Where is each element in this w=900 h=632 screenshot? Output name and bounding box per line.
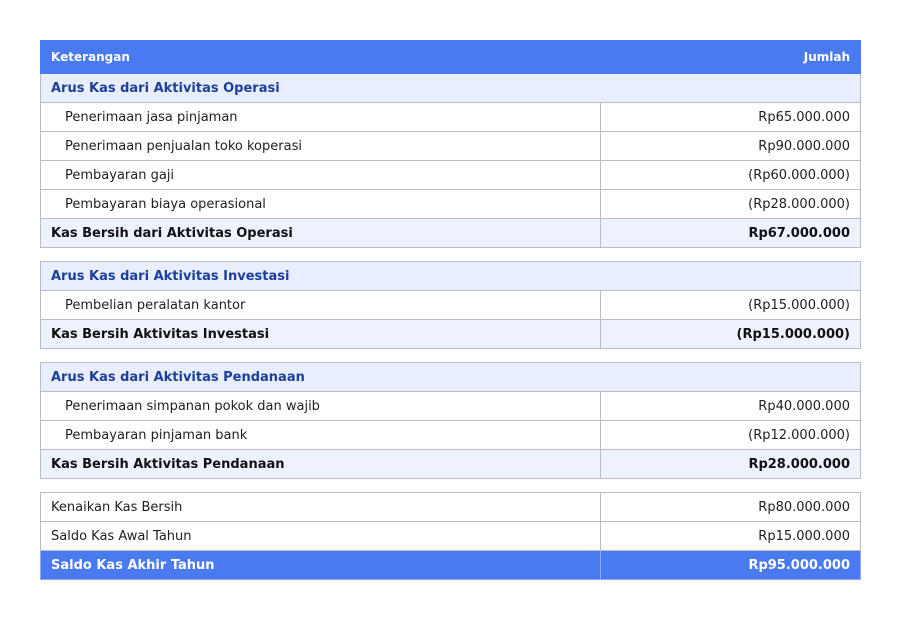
row-amount: Rp15.000.000	[600, 521, 861, 551]
subtotal-label: Kas Bersih Aktivitas Investasi	[40, 319, 601, 349]
final-balance-amount: Rp95.000.000	[600, 550, 861, 580]
table-header-row: Keterangan Jumlah	[40, 40, 861, 74]
header-amount: Jumlah	[600, 40, 861, 74]
section-heading-pendanaan: Arus Kas dari Aktivitas Pendanaan	[40, 362, 861, 392]
row-label: Penerimaan simpanan pokok dan wajib	[40, 391, 601, 421]
row-label: Pembayaran pinjaman bank	[40, 420, 601, 450]
row-label: Penerimaan penjualan toko koperasi	[40, 131, 601, 161]
financing-activities-table: Arus Kas dari Aktivitas Pendanaan Peneri…	[40, 362, 861, 479]
subtotal-amount: Rp67.000.000	[600, 218, 861, 248]
row-amount: (Rp60.000.000)	[600, 160, 861, 190]
row-label: Saldo Kas Awal Tahun	[40, 521, 601, 551]
subtotal-label: Kas Bersih Aktivitas Pendanaan	[40, 449, 601, 479]
section-heading-investasi: Arus Kas dari Aktivitas Investasi	[40, 261, 861, 291]
table-row: Penerimaan jasa pinjaman Rp65.000.000	[40, 102, 861, 132]
final-balance-row: Saldo Kas Akhir Tahun Rp95.000.000	[40, 550, 861, 580]
table-row: Kenaikan Kas Bersih Rp80.000.000	[40, 492, 861, 522]
row-amount: Rp80.000.000	[600, 492, 861, 522]
subtotal-label: Kas Bersih dari Aktivitas Operasi	[40, 218, 601, 248]
row-label: Pembelian peralatan kantor	[40, 290, 601, 320]
row-label: Pembayaran biaya operasional	[40, 189, 601, 219]
header-description: Keterangan	[40, 40, 601, 74]
subtotal-amount: Rp28.000.000	[600, 449, 861, 479]
table-row: Saldo Kas Awal Tahun Rp15.000.000	[40, 521, 861, 551]
row-amount: (Rp28.000.000)	[600, 189, 861, 219]
subtotal-row-pendanaan: Kas Bersih Aktivitas Pendanaan Rp28.000.…	[40, 449, 861, 479]
subtotal-row-investasi: Kas Bersih Aktivitas Investasi (Rp15.000…	[40, 319, 861, 349]
row-label: Penerimaan jasa pinjaman	[40, 102, 601, 132]
final-balance-label: Saldo Kas Akhir Tahun	[40, 550, 601, 580]
table-row: Penerimaan simpanan pokok dan wajib Rp40…	[40, 391, 861, 421]
row-label: Pembayaran gaji	[40, 160, 601, 190]
operating-activities-table: Keterangan Jumlah Arus Kas dari Aktivita…	[40, 40, 861, 248]
cash-flow-statement: Keterangan Jumlah Arus Kas dari Aktivita…	[40, 40, 861, 580]
section-title: Arus Kas dari Aktivitas Pendanaan	[40, 362, 861, 392]
section-title: Arus Kas dari Aktivitas Investasi	[40, 261, 861, 291]
row-amount: (Rp15.000.000)	[600, 290, 861, 320]
subtotal-row-operasi: Kas Bersih dari Aktivitas Operasi Rp67.0…	[40, 218, 861, 248]
investing-activities-table: Arus Kas dari Aktivitas Investasi Pembel…	[40, 261, 861, 349]
table-row: Pembelian peralatan kantor (Rp15.000.000…	[40, 290, 861, 320]
summary-table: Kenaikan Kas Bersih Rp80.000.000 Saldo K…	[40, 492, 861, 580]
row-label: Kenaikan Kas Bersih	[40, 492, 601, 522]
section-title: Arus Kas dari Aktivitas Operasi	[40, 73, 861, 103]
row-amount: Rp90.000.000	[600, 131, 861, 161]
row-amount: (Rp12.000.000)	[600, 420, 861, 450]
table-row: Pembayaran biaya operasional (Rp28.000.0…	[40, 189, 861, 219]
subtotal-amount: (Rp15.000.000)	[600, 319, 861, 349]
table-row: Pembayaran pinjaman bank (Rp12.000.000)	[40, 420, 861, 450]
section-heading-operasi: Arus Kas dari Aktivitas Operasi	[40, 73, 861, 103]
table-row: Pembayaran gaji (Rp60.000.000)	[40, 160, 861, 190]
row-amount: Rp40.000.000	[600, 391, 861, 421]
table-row: Penerimaan penjualan toko koperasi Rp90.…	[40, 131, 861, 161]
row-amount: Rp65.000.000	[600, 102, 861, 132]
